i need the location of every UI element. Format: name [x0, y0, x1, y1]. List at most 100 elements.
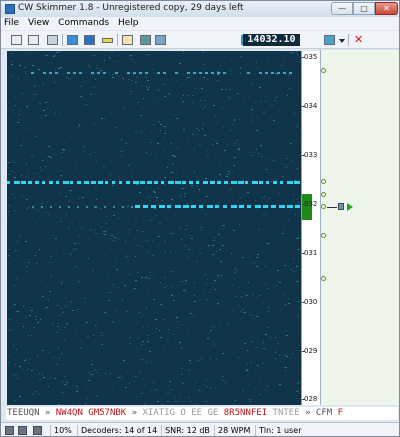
filter-icon[interactable] [155, 35, 166, 45]
noise-pixel [167, 352, 168, 353]
noise-pixel [189, 86, 190, 87]
decoded-segment[interactable]: XIATIG O EE GE [142, 408, 223, 418]
spot-marker[interactable] [321, 68, 326, 73]
noise-pixel [273, 140, 274, 141]
decoded-segment[interactable]: » CFM [305, 408, 338, 418]
noise-pixel [82, 81, 83, 82]
noise-pixel [183, 95, 184, 96]
spot-marker[interactable] [321, 192, 326, 197]
scale-label: 032 [304, 200, 318, 208]
noise-pixel [176, 66, 178, 67]
frequency-scale[interactable]: 035 034 033 032 031 030 029 028 [301, 51, 320, 405]
noise-pixel [33, 193, 34, 194]
noise-pixel [277, 238, 278, 239]
decoded-segment[interactable]: F [338, 408, 343, 418]
signal-trace-segment [196, 181, 199, 184]
title-bar[interactable]: CW Skimmer 1.8 - Unregistered copy, 29 d… [1, 1, 399, 17]
noise-pixel [164, 395, 165, 396]
minimize-button[interactable]: — [331, 2, 353, 15]
decoded-segment[interactable]: NW4QN GM57NBK [56, 408, 132, 418]
radio-icon[interactable] [28, 35, 39, 45]
info-icon[interactable] [67, 35, 78, 45]
noise-pixel [70, 190, 72, 191]
signal-trace-segment [145, 72, 148, 74]
spot-list-icon[interactable] [324, 35, 335, 45]
spot-icon[interactable] [84, 35, 95, 45]
noise-pixel [15, 374, 17, 375]
spot-panel[interactable] [320, 50, 399, 405]
menu-view[interactable]: View [25, 17, 52, 30]
waterfall-canvas[interactable] [7, 51, 301, 405]
notepad-icon[interactable] [122, 35, 133, 45]
noise-pixel [26, 54, 28, 55]
noise-pixel [118, 70, 119, 71]
noise-pixel [57, 399, 58, 400]
noise-pixel [237, 361, 238, 362]
station-icon[interactable] [338, 203, 344, 210]
dropdown-icon[interactable] [339, 39, 345, 43]
noise-pixel [243, 97, 244, 98]
menu-file[interactable]: File [1, 17, 22, 30]
noise-pixel [42, 350, 44, 351]
speaker-icon[interactable] [5, 426, 14, 435]
noise-pixel [136, 347, 137, 348]
decoded-text-bar[interactable]: TEEUQN » NW4QN GM57NBK » XIATIG O EE GE … [6, 407, 398, 420]
noise-pixel [33, 77, 35, 78]
signal-trace-segment [49, 72, 52, 74]
waterfall-display[interactable] [7, 51, 301, 405]
app-icon[interactable] [5, 4, 15, 14]
signal-trace-segment [182, 181, 186, 184]
spot-marker[interactable] [321, 233, 326, 238]
ruler-icon[interactable] [102, 38, 113, 43]
noise-pixel [73, 385, 74, 386]
noise-pixel [283, 294, 284, 295]
noise-pixel [207, 279, 208, 280]
frequency-display[interactable]: 14032.10 [243, 34, 300, 46]
noise-pixel [268, 215, 269, 216]
noise-pixel [282, 176, 283, 177]
decoded-segment[interactable]: 8R5NNFEI [224, 408, 273, 418]
close-button[interactable]: ✕ [375, 2, 398, 15]
decoded-segment[interactable]: TEEUQN » [7, 408, 56, 418]
signal-trace-segment [135, 205, 140, 208]
play-arrow-icon[interactable] [347, 203, 353, 211]
noise-pixel [20, 251, 21, 252]
noise-pixel [142, 85, 143, 86]
noise-pixel [98, 283, 99, 284]
noise-pixel [201, 227, 203, 228]
noise-pixel [11, 64, 13, 65]
noise-pixel [260, 394, 261, 395]
noise-pixel [222, 353, 224, 354]
noise-pixel [9, 319, 11, 320]
spot-marker[interactable] [321, 204, 326, 209]
menu-commands[interactable]: Commands [55, 17, 112, 30]
noise-pixel [165, 84, 166, 85]
noise-pixel [268, 61, 269, 62]
signal-trace-segment [35, 181, 39, 184]
noise-pixel [88, 258, 89, 259]
decoded-segment[interactable]: » [132, 408, 143, 418]
delete-icon[interactable]: ✕ [354, 34, 363, 46]
noise-pixel [45, 115, 47, 116]
decoded-segment[interactable]: TNTEE [273, 408, 306, 418]
signal-trace-segment [113, 206, 115, 208]
open-icon[interactable] [11, 35, 22, 45]
noise-pixel [277, 343, 279, 344]
noise-pixel [187, 203, 188, 204]
noise-pixel [85, 104, 87, 105]
menu-help[interactable]: Help [115, 17, 142, 30]
screen-icon[interactable] [140, 35, 151, 45]
maximize-button[interactable]: □ [353, 2, 375, 15]
spot-marker[interactable] [321, 276, 326, 281]
spot-marker[interactable] [321, 179, 326, 184]
signal-trace-segment [67, 72, 70, 74]
noise-pixel [189, 235, 191, 236]
noise-pixel [120, 363, 122, 364]
noise-pixel [152, 69, 153, 70]
noise-pixel [282, 233, 284, 234]
noise-pixel [35, 275, 36, 276]
speaker-icon[interactable] [47, 35, 58, 45]
lock-icon[interactable] [18, 426, 27, 435]
noise-pixel [189, 360, 191, 361]
volume-slider-icon[interactable] [33, 426, 42, 435]
